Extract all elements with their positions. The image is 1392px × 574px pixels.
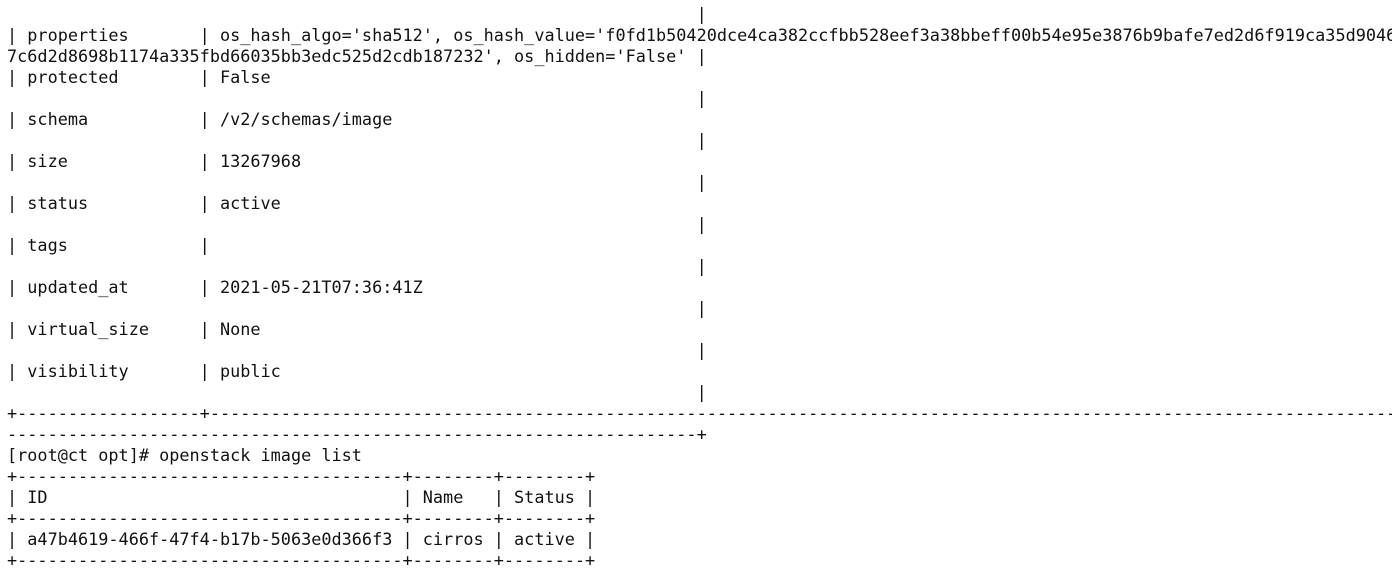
image-list-border: +--------------------------------------+… [7, 466, 596, 486]
image-list-row: | a47b4619-466f-47f4-b17b-5063e0d366f3 |… [7, 529, 596, 549]
table-row-updated_at: | updated_at | 2021-05-21T07:36:41Z [7, 277, 423, 297]
table-row-continuation: | [7, 88, 707, 108]
table-row-protected: | protected | False [7, 67, 271, 87]
table-row-virtual_size: | virtual_size | None [7, 319, 261, 339]
table-border: +------------------+--------------------… [7, 403, 1392, 423]
table-row-properties: | properties | os_hash_algo='sha512', os… [7, 25, 1392, 45]
image-list-header: | ID | Name | Status | [7, 487, 596, 507]
table-row-continuation: | [7, 382, 707, 402]
table-row-continuation: | [7, 256, 707, 276]
table-border-wrap: ----------------------------------------… [7, 424, 707, 444]
terminal-output[interactable]: | | properties | os_hash_algo='sha512', o… [7, 4, 1392, 571]
image-list-border: +--------------------------------------+… [7, 508, 596, 528]
table-row-continuation: | [7, 298, 707, 318]
image-list-border: +--------------------------------------+… [7, 550, 596, 570]
table-row-tags: | tags | [7, 235, 220, 255]
table-row-visibility: | visibility | public [7, 361, 281, 381]
table-row-status: | status | active [7, 193, 281, 213]
table-row-continuation: | [7, 340, 707, 360]
table-row-continuation: | [7, 130, 707, 150]
table-row-continuation: | [7, 214, 707, 234]
table-row-continuation: | [7, 4, 707, 24]
shell-prompt-command: [root@ct opt]# openstack image list [7, 445, 362, 465]
table-row-schema: | schema | /v2/schemas/image [7, 109, 393, 129]
table-row-continuation: | [7, 172, 707, 192]
table-row-size: | size | 13267968 [7, 151, 302, 171]
table-row-properties-wrap: 7c6d2d8698b1174a335fbd66035bb3edc525d2cd… [7, 46, 707, 66]
